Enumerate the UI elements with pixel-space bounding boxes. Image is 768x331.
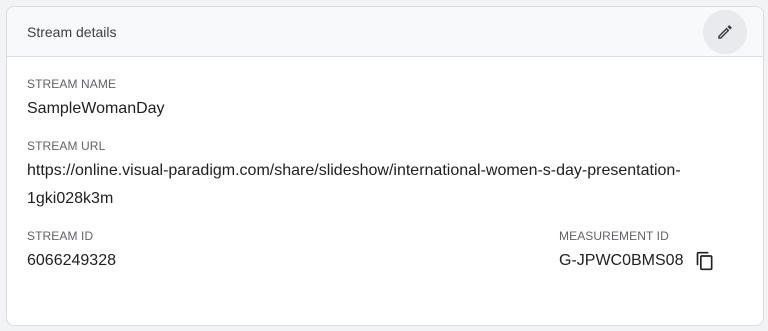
id-row: STREAM ID 6066249328 MEASUREMENT ID G-JP…: [27, 229, 743, 275]
card-body: STREAM NAME SampleWomanDay STREAM URL ht…: [7, 57, 763, 275]
stream-id-value: 6066249328: [27, 252, 116, 269]
card-title: Stream details: [27, 23, 117, 40]
pencil-icon: [718, 24, 732, 39]
stream-id-label: STREAM ID: [27, 229, 94, 243]
card-header: Stream details: [7, 7, 763, 57]
measurement-id-value: G-JPWC0BMS08: [559, 252, 684, 269]
stream-name-field: STREAM NAME SampleWomanDay: [27, 77, 743, 123]
stream-url-label: STREAM URL: [27, 139, 106, 153]
stream-url-field: STREAM URL https://online.visual-paradig…: [27, 139, 743, 213]
edit-button[interactable]: [703, 9, 747, 54]
stream-id-field: STREAM ID 6066249328: [27, 229, 116, 275]
stream-name-value: SampleWomanDay: [27, 100, 165, 117]
stream-url-value: https://online.visual-paradigm.com/share…: [27, 162, 681, 207]
stream-details-card: Stream details STREAM NAME SampleWomanDa…: [6, 6, 764, 326]
measurement-id-label: MEASUREMENT ID: [559, 229, 669, 243]
stream-name-label: STREAM NAME: [27, 77, 117, 91]
measurement-id-container: G-JPWC0BMS08: [559, 247, 743, 275]
copy-icon[interactable]: [695, 251, 715, 271]
measurement-id-field: MEASUREMENT ID G-JPWC0BMS08: [559, 229, 743, 275]
